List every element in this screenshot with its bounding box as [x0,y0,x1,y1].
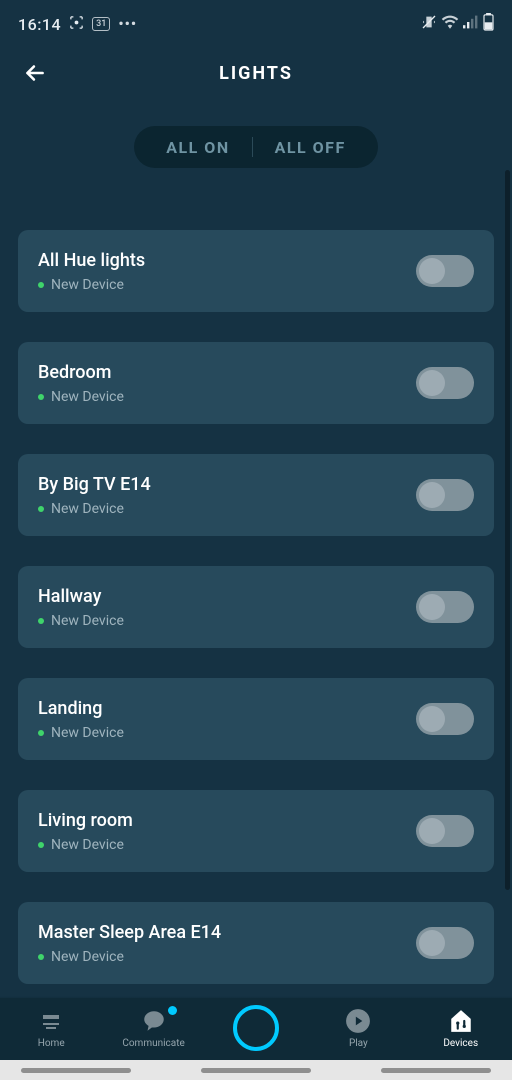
device-info: All Hue lights New Device [38,250,145,293]
arrow-left-icon [22,60,48,86]
device-sub-label: New Device [51,613,124,629]
notification-dot-icon [168,1006,177,1015]
device-info: By Big TV E14 New Device [38,474,151,517]
nav-home-label: Home [38,1038,65,1049]
device-toggle[interactable] [416,367,474,399]
status-bar: 16:14 31 ••• [0,0,512,48]
status-right [421,13,494,35]
device-toggle[interactable] [416,479,474,511]
device-status: New Device [38,949,221,965]
device-toggle[interactable] [416,255,474,287]
device-name: All Hue lights [38,250,145,271]
toggle-knob [419,482,445,508]
toggle-knob [419,930,445,956]
device-toggle[interactable] [416,815,474,847]
gesture-pill [381,1068,491,1073]
status-time: 16:14 [18,15,61,34]
device-status: New Device [38,389,124,405]
status-dot-icon [38,282,44,288]
back-button[interactable] [20,58,50,88]
device-name: Master Sleep Area E14 [38,922,221,943]
battery-icon [483,13,494,35]
device-sub-label: New Device [51,949,124,965]
nav-play[interactable]: Play [307,1008,409,1049]
all-off-button[interactable]: ALL OFF [253,138,368,157]
toggle-knob [419,706,445,732]
camera-icon [69,15,84,34]
gesture-pill [21,1068,131,1073]
device-status: New Device [38,501,151,517]
toggle-knob [419,258,445,284]
day-badge: 31 [92,17,110,31]
pill-group: ALL ON ALL OFF [134,126,378,168]
device-card[interactable]: Hallway New Device [18,566,494,648]
alexa-ring-icon [233,1005,279,1051]
device-status: New Device [38,837,133,853]
device-sub-label: New Device [51,277,124,293]
device-info: Hallway New Device [38,586,124,629]
all-on-button[interactable]: ALL ON [144,138,251,157]
device-list[interactable]: All Hue lights New Device Bedroom New Devic… [0,180,512,984]
device-toggle[interactable] [416,927,474,959]
device-info: Master Sleep Area E14 New Device [38,922,221,965]
gesture-bar [0,1060,512,1080]
play-icon [345,1008,371,1034]
status-dot-icon [38,618,44,624]
status-left: 16:14 31 ••• [18,15,137,34]
device-status: New Device [38,277,145,293]
device-card[interactable]: Landing New Device [18,678,494,760]
nav-play-label: Play [349,1038,368,1049]
status-dot-icon [38,394,44,400]
page-title: LIGHTS [219,63,293,84]
nav-home[interactable]: Home [0,1008,102,1049]
device-status: New Device [38,613,124,629]
device-name: Bedroom [38,362,124,383]
communicate-icon [141,1008,167,1034]
device-name: Hallway [38,586,124,607]
gesture-pill [201,1068,311,1073]
device-card[interactable]: By Big TV E14 New Device [18,454,494,536]
vibrate-icon [421,14,437,34]
device-card[interactable]: Bedroom New Device [18,342,494,424]
bulk-controls: ALL ON ALL OFF [0,98,512,180]
device-info: Landing New Device [38,698,124,741]
device-info: Living room New Device [38,810,133,853]
status-dot-icon [38,842,44,848]
toggle-knob [419,370,445,396]
device-card[interactable]: All Hue lights New Device [18,230,494,312]
signal-icon [463,15,479,33]
device-toggle[interactable] [416,591,474,623]
device-sub-label: New Device [51,837,124,853]
toggle-knob [419,818,445,844]
bottom-nav: Home Communicate Play Devices [0,998,512,1060]
more-icon: ••• [118,15,137,33]
device-name: Living room [38,810,133,831]
nav-alexa[interactable] [205,1005,307,1051]
scrollbar[interactable] [505,170,510,890]
toggle-knob [419,594,445,620]
device-status: New Device [38,725,124,741]
nav-devices-label: Devices [443,1038,478,1049]
status-dot-icon [38,730,44,736]
device-name: Landing [38,698,124,719]
device-card[interactable]: Master Sleep Area E14 New Device [18,902,494,984]
device-card[interactable]: Living room New Device [18,790,494,872]
device-name: By Big TV E14 [38,474,151,495]
device-toggle[interactable] [416,703,474,735]
home-icon [38,1008,64,1034]
wifi-icon [441,15,459,33]
nav-communicate-label: Communicate [122,1038,184,1049]
devices-icon [448,1008,474,1034]
device-info: Bedroom New Device [38,362,124,405]
status-dot-icon [38,954,44,960]
device-sub-label: New Device [51,501,124,517]
nav-devices[interactable]: Devices [410,1008,512,1049]
device-sub-label: New Device [51,725,124,741]
app-header: LIGHTS [0,48,512,98]
nav-communicate[interactable]: Communicate [103,1008,205,1049]
device-sub-label: New Device [51,389,124,405]
status-dot-icon [38,506,44,512]
